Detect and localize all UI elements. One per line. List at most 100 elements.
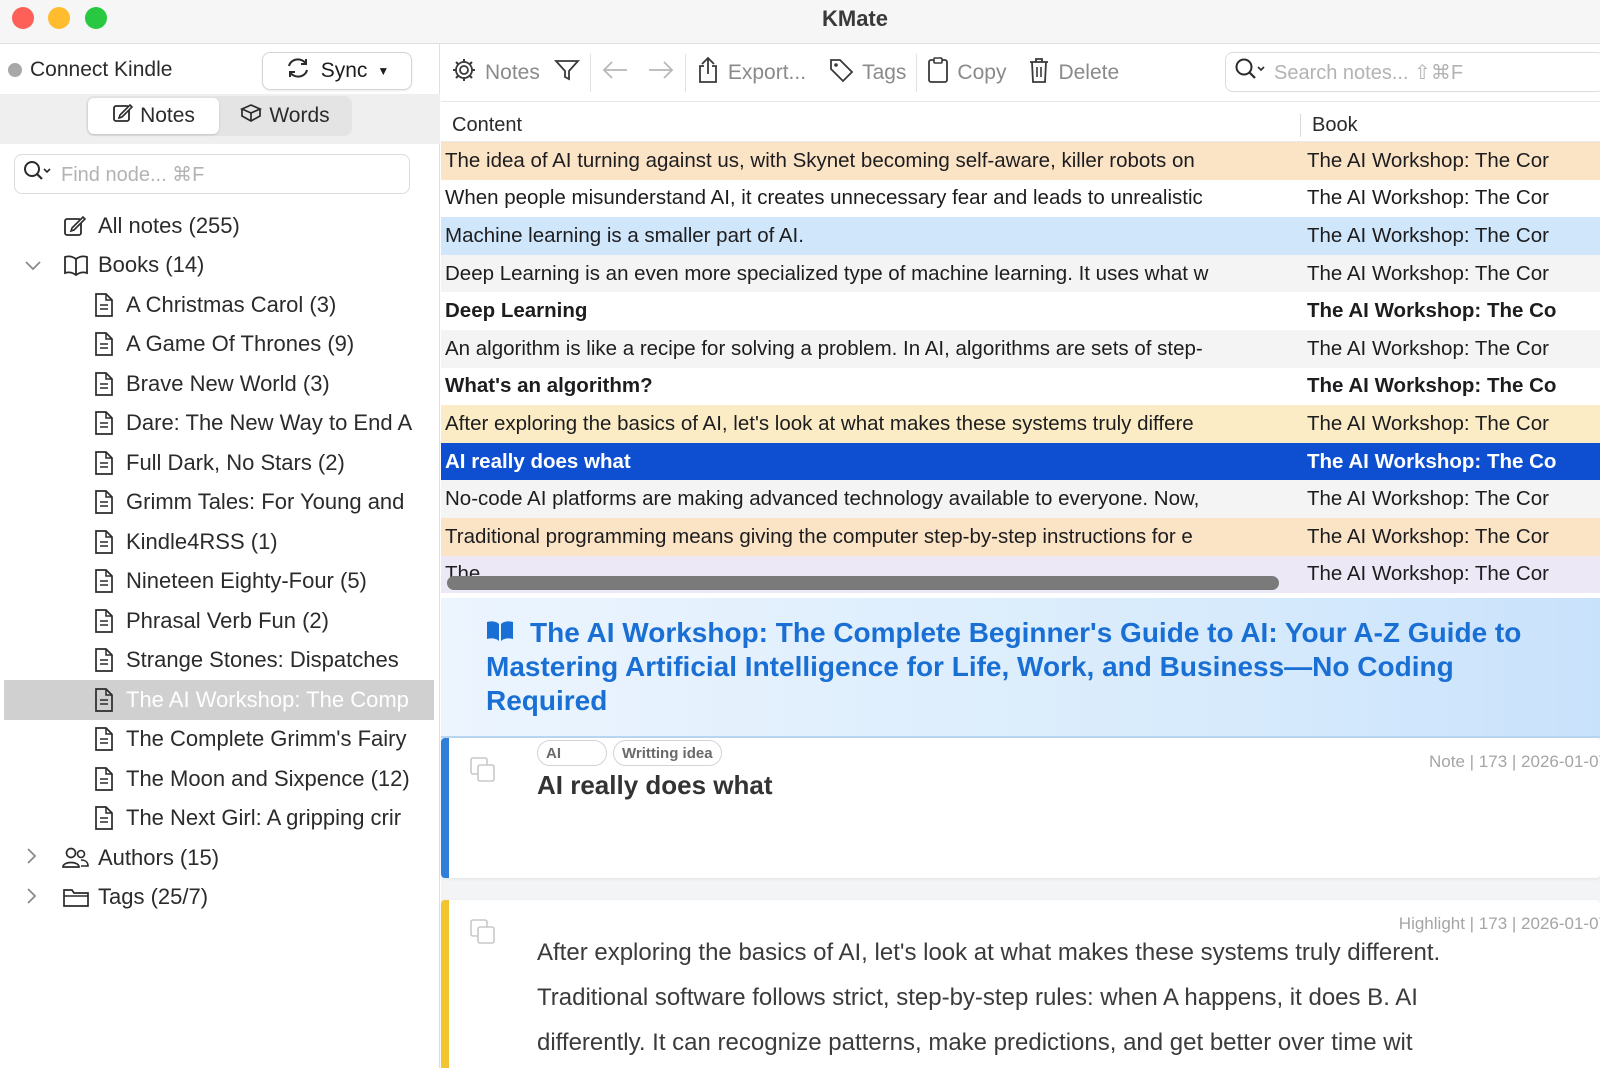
tree-item-book[interactable]: Dare: The New Way to End A [0, 404, 440, 444]
toolbar-divider [916, 53, 918, 92]
share-icon [696, 56, 720, 90]
tree-item-tags[interactable]: Tags (25/7) [0, 878, 440, 918]
document-icon [90, 687, 118, 713]
tree-item-book[interactable]: The Complete Grimm's Fairy [0, 720, 440, 760]
detail-pane: The AI Workshop: The Complete Beginner's… [441, 598, 1600, 1068]
table-row[interactable]: Deep Learning The AI Workshop: The Co [441, 292, 1600, 330]
sync-button[interactable]: Sync ▼ [262, 52, 412, 90]
document-icon [90, 726, 118, 752]
column-header-book[interactable]: Book [1301, 114, 1358, 137]
back-button[interactable] [601, 44, 629, 101]
tree-item-book[interactable]: A Christmas Carol (3) [0, 285, 440, 325]
tag-chip[interactable]: Writting idea [613, 740, 722, 766]
tree-item-book[interactable]: Grimm Tales: For Young and [0, 483, 440, 523]
cell-book: The AI Workshop: The Cor [1307, 524, 1549, 548]
table-row[interactable]: Traditional programming means giving the… [441, 517, 1600, 556]
navigation-tree: All notes (255) Books (14) A Christmas C… [0, 206, 440, 917]
chevron-down-icon[interactable] [24, 255, 42, 276]
tree-item-label: The Complete Grimm's Fairy [126, 726, 407, 752]
cell-content: After exploring the basics of AI, let's … [445, 411, 1194, 435]
cell-book: The AI Workshop: The Cor [1307, 148, 1549, 172]
highlight-line: Traditional software follows strict, ste… [537, 984, 1418, 1011]
tree-item-label: Books (14) [98, 252, 205, 278]
table-body: The idea of AI turning against us, with … [441, 142, 1600, 594]
document-icon [90, 331, 118, 357]
table-row[interactable]: The idea of AI turning against us, with … [441, 142, 1600, 180]
tags-button[interactable]: Tags [828, 44, 906, 101]
document-icon [90, 292, 118, 318]
cell-book: The AI Workshop: The Cor [1307, 186, 1549, 210]
toolbar-divider [589, 53, 591, 92]
tree-item-label: Phrasal Verb Fun (2) [126, 607, 329, 633]
tree-item-book[interactable]: The Next Girl: A gripping crir [0, 799, 440, 839]
tree-item-book[interactable]: Phrasal Verb Fun (2) [0, 601, 440, 641]
table-row[interactable]: AI really does what The AI Workshop: The … [441, 442, 1600, 481]
book-title-text: The AI Workshop: The Complete Beginner's… [486, 617, 1522, 716]
chevron-right-icon[interactable] [24, 887, 38, 910]
search-icon [23, 160, 53, 188]
highlight-text: After exploring the basics of AI, let's … [537, 930, 1600, 1065]
tree-item-book[interactable]: A Game Of Thrones (9) [0, 325, 440, 365]
book-title: The AI Workshop: The Complete Beginner's… [486, 616, 1560, 718]
cell-content: When people misunderstand AI, it creates… [445, 186, 1203, 210]
notes-settings-button[interactable]: Notes [451, 44, 540, 101]
tree-item-book[interactable]: Nineteen Eighty-Four (5) [0, 562, 440, 602]
tree-item-label: Dare: The New Way to End A [126, 410, 413, 436]
cell-book: The AI Workshop: The Cor [1307, 487, 1549, 511]
tag-icon [828, 57, 854, 89]
table-row[interactable]: What's an algorithm? The AI Workshop: The… [441, 367, 1600, 406]
tree-item-authors[interactable]: Authors (15) [0, 838, 440, 878]
filter-button[interactable] [553, 44, 580, 101]
chevron-right-icon[interactable] [24, 847, 38, 870]
forward-button[interactable] [647, 44, 675, 101]
cell-book: The AI Workshop: The Cor [1307, 223, 1549, 247]
table-row[interactable]: An algorithm is like a recipe for solvin… [441, 329, 1600, 368]
table-row[interactable]: Deep Learning is an even more specialize… [441, 254, 1600, 293]
title-bar: KMate [0, 0, 1600, 44]
tree-item-all-notes[interactable]: All notes (255) [0, 206, 440, 246]
people-icon [62, 846, 90, 870]
tree-item-label: The AI Workshop: The Comp [126, 686, 409, 712]
table-row[interactable]: No-code AI platforms are making advanced… [441, 480, 1600, 518]
cell-book: The AI Workshop: The Cor [1307, 261, 1549, 285]
tree-item-book[interactable]: Strange Stones: Dispatches [0, 641, 440, 681]
tags-label: Tags [862, 60, 907, 84]
window-title: KMate [821, 6, 888, 31]
copy-icon[interactable] [469, 918, 497, 951]
document-icon [90, 529, 118, 555]
tag-chip[interactable]: AI [537, 740, 607, 766]
tree-item-book[interactable]: Full Dark, No Stars (2) [0, 443, 440, 483]
tree-item-book-selected[interactable]: The AI Workshop: The Comp [4, 680, 434, 720]
segment-notes[interactable]: Notes [88, 98, 219, 134]
table-row[interactable]: Machine learning is a smaller part of AI… [441, 217, 1600, 255]
find-node-input[interactable]: Find node... ⌘F [14, 154, 410, 194]
export-button[interactable]: Export... [696, 44, 806, 101]
table-row[interactable]: After exploring the basics of AI, let's … [441, 405, 1600, 443]
connect-kindle-button[interactable]: Connect Kindle [8, 58, 172, 82]
segment-words-label: Words [269, 104, 330, 127]
note-card[interactable]: AI Writting idea Note | 173 | 2026-01-07… [441, 738, 1600, 878]
highlight-card[interactable]: Highlight | 173 | 2026-01-07 After explo… [441, 900, 1600, 1068]
clipboard-icon [927, 56, 949, 90]
tree-item-book[interactable]: The Moon and Sixpence (12) [0, 759, 440, 799]
table-row[interactable]: When people misunderstand AI, it creates… [441, 179, 1600, 218]
tree-item-label: A Game Of Thrones (9) [126, 331, 355, 357]
tree-item-label: Authors (15) [98, 844, 220, 870]
tree-item-book[interactable]: Kindle4RSS (1) [0, 522, 440, 562]
search-notes-input[interactable]: Search notes... ⇧⌘F [1225, 52, 1600, 92]
horizontal-scrollbar[interactable] [447, 576, 1279, 590]
delete-button[interactable]: Delete [1028, 44, 1119, 101]
copy-button[interactable]: Copy [927, 44, 1006, 101]
export-label: Export... [727, 60, 807, 84]
notes-label: Notes [485, 60, 540, 84]
tree-item-book[interactable]: Brave New World (3) [0, 364, 440, 404]
document-icon [90, 489, 118, 515]
segment-words[interactable]: Words [219, 98, 350, 134]
table-header: Content Book [441, 110, 1600, 142]
tree-item-label: A Christmas Carol (3) [126, 291, 337, 317]
column-header-content[interactable]: Content [441, 114, 1301, 137]
tree-item-books[interactable]: Books (14) [0, 246, 440, 286]
sync-label: Sync [320, 59, 368, 82]
cell-content: No-code AI platforms are making advanced… [445, 487, 1200, 511]
copy-icon[interactable] [469, 756, 497, 789]
